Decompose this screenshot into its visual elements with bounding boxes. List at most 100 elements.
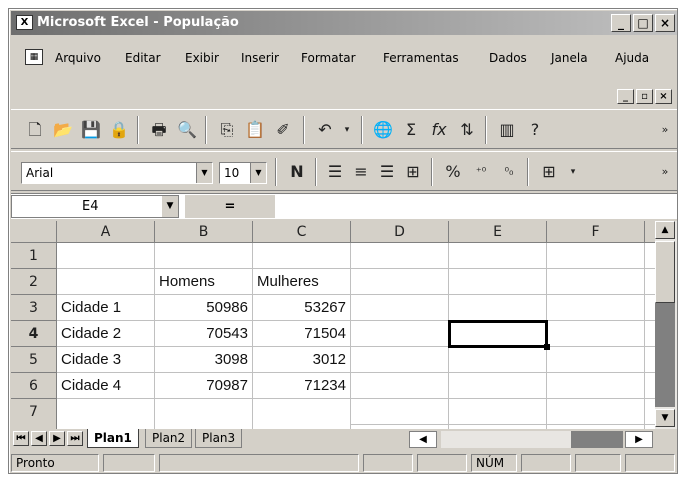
vertical-scrollbar[interactable]: ▲ ▼ xyxy=(655,221,677,429)
column-header-d[interactable]: D xyxy=(351,221,449,243)
select-all-corner[interactable] xyxy=(11,221,57,243)
city-cell[interactable]: Cidade 1 xyxy=(57,295,155,321)
align-left-icon[interactable]: ☰ xyxy=(323,160,347,184)
menu-ajuda[interactable]: Ajuda xyxy=(615,51,649,65)
cell[interactable] xyxy=(253,243,351,269)
help-icon[interactable]: ? xyxy=(523,118,547,142)
column-header-a[interactable]: A xyxy=(57,221,155,243)
cell[interactable] xyxy=(253,399,351,429)
undo-dropdown-icon[interactable]: ▾ xyxy=(335,118,359,142)
print-icon[interactable]: 🖶 xyxy=(147,118,171,142)
row-header[interactable]: 7 xyxy=(11,399,57,429)
column-header-b[interactable]: B xyxy=(155,221,253,243)
menu-inserir[interactable]: Inserir xyxy=(241,51,279,65)
scroll-up-icon[interactable]: ▲ xyxy=(655,221,675,239)
open-icon[interactable]: 📂 xyxy=(51,118,75,142)
name-box[interactable]: E4 ▼ xyxy=(11,195,179,218)
value-cell[interactable]: 71504 xyxy=(253,321,351,347)
tab-plan1[interactable]: Plan1 xyxy=(87,429,139,448)
align-right-icon[interactable]: ☰ xyxy=(375,160,399,184)
active-cell-e4[interactable] xyxy=(448,320,548,348)
chevron-down-icon[interactable]: ▼ xyxy=(250,163,266,183)
city-cell[interactable]: Cidade 3 xyxy=(57,347,155,373)
horizontal-scroll-thumb[interactable] xyxy=(571,431,623,448)
value-cell[interactable]: 3098 xyxy=(155,347,253,373)
hyperlink-icon[interactable]: 🌐 xyxy=(371,118,395,142)
doc-restore-button[interactable]: ▫ xyxy=(636,89,653,104)
row-header[interactable]: 3 xyxy=(11,295,57,321)
chevron-down-icon[interactable]: ▼ xyxy=(162,196,178,217)
column-header-e[interactable]: E xyxy=(449,221,547,243)
menu-dados[interactable]: Dados xyxy=(489,51,527,65)
vertical-scroll-thumb[interactable] xyxy=(655,241,675,303)
next-sheet-icon[interactable]: ▶ xyxy=(49,431,65,446)
decrease-decimal-icon[interactable]: ⁰₀ xyxy=(497,160,521,184)
chevron-down-icon[interactable]: ▼ xyxy=(196,163,212,183)
value-cell[interactable]: 53267 xyxy=(253,295,351,321)
value-cell[interactable]: 70987 xyxy=(155,373,253,399)
cell[interactable] xyxy=(155,399,253,429)
scroll-right-icon[interactable]: ▶ xyxy=(625,431,653,448)
header-cell-homens[interactable]: Homens xyxy=(155,269,253,295)
excel-app-icon[interactable]: X xyxy=(16,15,33,30)
first-sheet-icon[interactable]: ⏮ xyxy=(13,431,29,446)
value-cell[interactable]: 70543 xyxy=(155,321,253,347)
cell[interactable] xyxy=(155,243,253,269)
align-center-icon[interactable]: ≡ xyxy=(349,160,373,184)
toolbar-options-icon[interactable]: » xyxy=(653,118,677,142)
workbook-icon[interactable]: ▦ xyxy=(25,49,43,65)
font-selector[interactable]: Arial ▼ xyxy=(21,162,213,184)
borders-dropdown-icon[interactable]: ▾ xyxy=(561,160,585,184)
insert-function-icon[interactable]: fx xyxy=(427,118,451,142)
city-cell[interactable]: Cidade 2 xyxy=(57,321,155,347)
minimize-button[interactable]: _ xyxy=(611,14,631,32)
menu-editar[interactable]: Editar xyxy=(125,51,161,65)
borders-icon[interactable]: ⊞ xyxy=(537,160,561,184)
format-painter-icon[interactable]: ✐ xyxy=(271,118,295,142)
formula-equals-button[interactable]: = xyxy=(185,195,275,218)
sort-ascending-icon[interactable]: ⇅ xyxy=(455,118,479,142)
cell[interactable] xyxy=(57,399,155,429)
increase-decimal-icon[interactable]: ⁺⁰ xyxy=(469,160,493,184)
undo-icon[interactable]: ↶ xyxy=(313,118,337,142)
tab-plan2[interactable]: Plan2 xyxy=(145,429,193,448)
bold-icon[interactable]: N xyxy=(285,160,309,184)
menu-arquivo[interactable]: Arquivo xyxy=(55,51,101,65)
percent-style-icon[interactable]: % xyxy=(441,160,465,184)
close-button[interactable]: × xyxy=(655,14,675,32)
column-header-c[interactable]: C xyxy=(253,221,351,243)
row-header[interactable]: 2 xyxy=(11,269,57,295)
permission-icon[interactable]: 🔒 xyxy=(107,118,131,142)
column-header-g[interactable] xyxy=(645,221,655,243)
row-header[interactable]: 1 xyxy=(11,243,57,269)
new-icon[interactable]: 🗋 xyxy=(23,118,47,142)
autosum-icon[interactable]: Σ xyxy=(399,118,423,142)
fill-handle[interactable] xyxy=(544,344,550,350)
column-header-f[interactable]: F xyxy=(547,221,645,243)
scroll-down-icon[interactable]: ▼ xyxy=(655,409,675,427)
chart-wizard-icon[interactable]: ▥ xyxy=(495,118,519,142)
row-header[interactable]: 6 xyxy=(11,373,57,399)
city-cell[interactable]: Cidade 4 xyxy=(57,373,155,399)
doc-minimize-button[interactable]: _ xyxy=(617,89,634,104)
row-header[interactable]: 4 xyxy=(11,321,57,347)
tab-plan3[interactable]: Plan3 xyxy=(195,429,243,448)
last-sheet-icon[interactable]: ⏭ xyxy=(67,431,83,446)
cell[interactable] xyxy=(57,269,155,295)
paste-icon[interactable]: 📋 xyxy=(243,118,267,142)
cell[interactable] xyxy=(57,243,155,269)
scroll-track[interactable] xyxy=(655,303,675,407)
save-icon[interactable]: 💾 xyxy=(79,118,103,142)
menu-exibir[interactable]: Exibir xyxy=(185,51,219,65)
copy-icon[interactable]: ⎘ xyxy=(215,118,239,142)
merge-center-icon[interactable]: ⊞ xyxy=(401,160,425,184)
doc-close-button[interactable]: × xyxy=(655,89,672,104)
print-preview-icon[interactable]: 🔍 xyxy=(175,118,199,142)
value-cell[interactable]: 71234 xyxy=(253,373,351,399)
scroll-left-icon[interactable]: ◀ xyxy=(409,431,437,448)
menu-formatar[interactable]: Formatar xyxy=(301,51,356,65)
font-size-selector[interactable]: 10 ▼ xyxy=(219,162,267,184)
menu-janela[interactable]: Janela xyxy=(551,51,588,65)
toolbar-options-icon[interactable]: » xyxy=(653,160,677,184)
value-cell[interactable]: 3012 xyxy=(253,347,351,373)
